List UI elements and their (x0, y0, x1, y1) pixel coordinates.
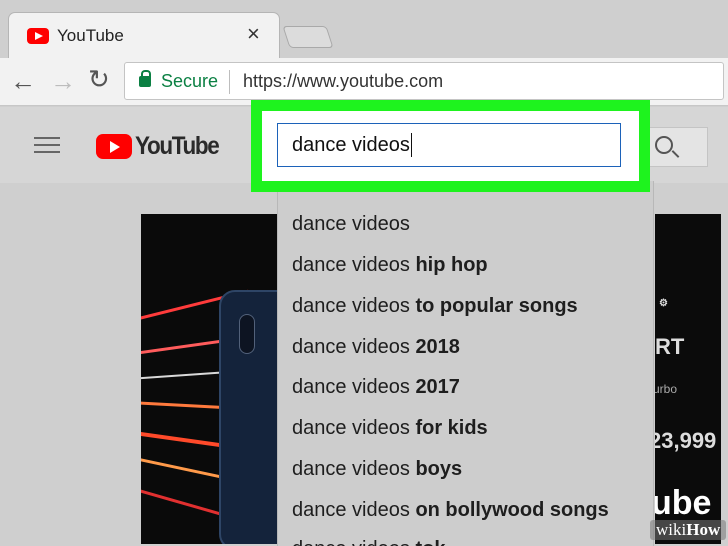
suggestion-item[interactable]: dance videos tok (292, 538, 445, 546)
suggestion-item[interactable]: dance videos hip hop (292, 254, 488, 277)
secure-label[interactable]: Secure (161, 71, 218, 92)
reload-icon[interactable]: ↻ (88, 64, 110, 95)
suggestion-item[interactable]: dance videos to popular songs (292, 295, 578, 318)
tab-youtube[interactable]: YouTube × (8, 12, 280, 60)
suggestion-item[interactable]: dance videos 2017 (292, 376, 460, 399)
phone-camera (239, 314, 255, 354)
url-text[interactable]: https://www.youtube.com (243, 71, 443, 92)
tab-strip: YouTube × (0, 0, 728, 60)
lock-icon (139, 70, 151, 87)
search-icon (655, 136, 673, 154)
thumb-right-line2: urbo (655, 382, 678, 396)
new-tab-button[interactable] (282, 26, 334, 48)
forward-arrow-icon[interactable]: → (50, 66, 76, 97)
address-separator (229, 70, 230, 94)
suggestion-item[interactable]: dance videos boys (292, 458, 462, 481)
tab-title: YouTube (57, 26, 124, 45)
address-bar[interactable]: Secure https://www.youtube.com (124, 62, 724, 100)
tab-close-icon[interactable]: × (247, 23, 260, 45)
search-suggestions-dropdown: dance videos dance videos hip hop dance … (277, 181, 654, 546)
suggestion-item[interactable]: dance videos 2018 (292, 336, 460, 359)
youtube-play-icon (96, 133, 132, 159)
back-arrow-icon[interactable]: ← (10, 66, 36, 97)
phone-image (219, 290, 281, 544)
search-input-value: dance videos (292, 133, 410, 156)
thumb-right-brand: ube (655, 484, 712, 522)
hamburger-menu-icon[interactable] (34, 137, 60, 155)
text-caret (410, 133, 412, 157)
video-thumbnail-left[interactable] (141, 214, 281, 544)
browser-toolbar: ← → ↻ Secure https://www.youtube.com (0, 58, 728, 106)
thumb-right-line1: RT (655, 334, 685, 359)
youtube-page: YouTube ⚙ RT urbo 23,999 ube dance video… (0, 100, 728, 546)
suggestion-item[interactable]: dance videos on bollywood songs (292, 499, 609, 522)
suggestion-item[interactable]: dance videos for kids (292, 417, 488, 440)
suggestion-item[interactable]: dance videos (292, 213, 410, 236)
youtube-favicon-icon (27, 28, 49, 44)
search-input[interactable]: dance videos (277, 123, 621, 167)
video-thumbnail-right[interactable]: ⚙ RT urbo 23,999 ube (655, 214, 721, 544)
thumb-right-price: 23,999 (655, 428, 717, 453)
wikihow-watermark: wikiHow (650, 520, 727, 540)
youtube-logo-text: YouTube (135, 131, 220, 160)
youtube-logo[interactable]: YouTube (96, 131, 228, 161)
